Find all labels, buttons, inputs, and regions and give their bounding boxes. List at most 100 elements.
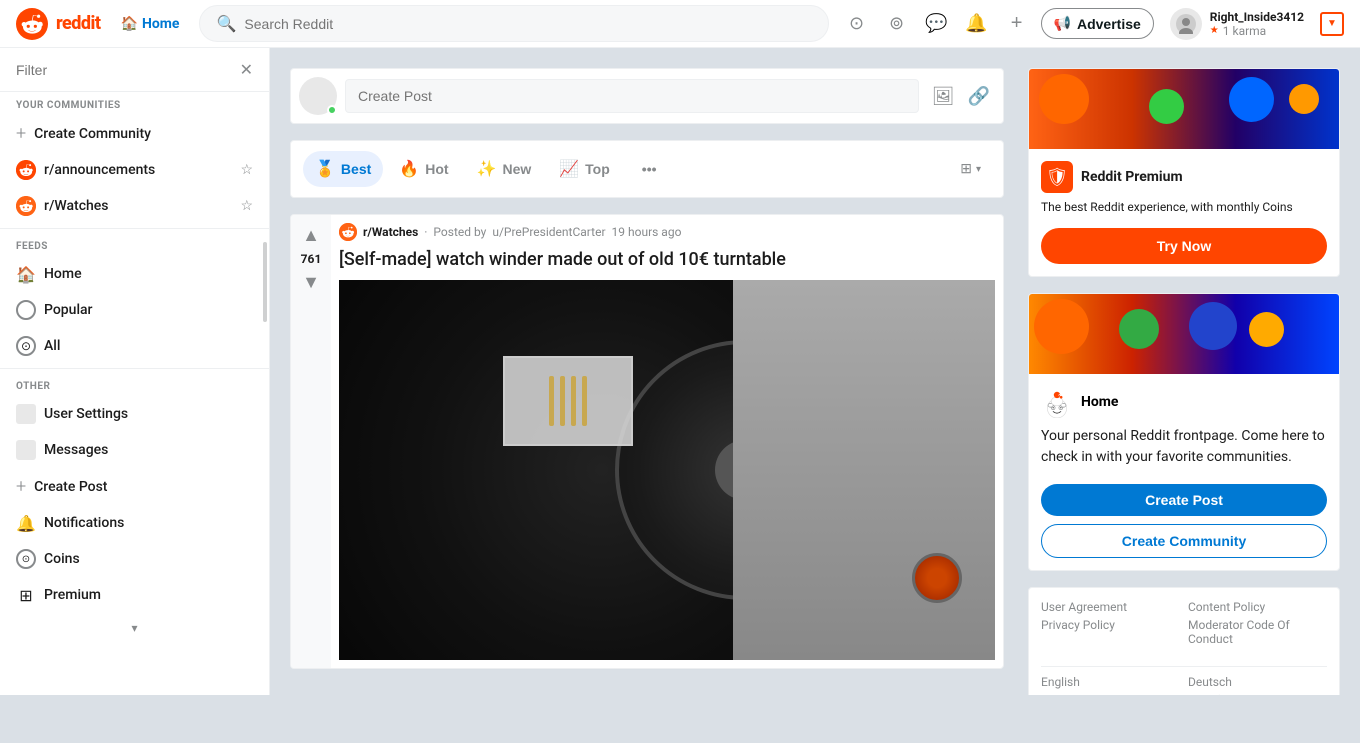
- feed-area: 🖼 🔗 🏅 Best 🔥 Hot ✨: [290, 68, 1004, 675]
- create-post-bar: 🖼 🔗: [290, 68, 1004, 124]
- home-icon: 🏠: [16, 264, 36, 284]
- home-banner: [1029, 294, 1339, 374]
- popular-icon-button[interactable]: ⊙: [841, 8, 873, 40]
- user-settings-label: User Settings: [44, 406, 253, 422]
- sort-more-button[interactable]: •••: [630, 153, 669, 185]
- home-create-post-button[interactable]: Create Post: [1041, 484, 1327, 516]
- sidebar-item-announcements[interactable]: r/announcements ☆: [0, 152, 269, 188]
- chevron-down-icon: ▾: [131, 621, 137, 635]
- best-icon: 🏅: [315, 159, 335, 179]
- all-feed-label: All: [44, 338, 253, 354]
- right-sidebar: 🛡 Reddit Premium The best Reddit experie…: [1028, 68, 1340, 675]
- sidebar-item-user-settings[interactable]: User Settings: [0, 396, 269, 432]
- main-content: 🖼 🔗 🏅 Best 🔥 Hot ✨: [270, 48, 1360, 695]
- sidebar-filter-area: ✕: [0, 48, 269, 92]
- post-author[interactable]: u/PrePresidentCarter: [492, 225, 605, 239]
- watches-label: r/Watches: [44, 198, 232, 214]
- planet-3: [1229, 77, 1274, 122]
- premium-widget: 🛡 Reddit Premium The best Reddit experie…: [1028, 68, 1340, 277]
- footer-languages: English Deutsch Français Español Italian…: [1029, 675, 1339, 695]
- sidebar-item-premium[interactable]: ⊞ Premium: [0, 577, 269, 613]
- post-card: ▲ 761 ▼ r/Watches · Poste: [290, 214, 1004, 669]
- snoo-icon: [1041, 386, 1073, 418]
- layout-icon: ⊞: [960, 161, 972, 177]
- create-community-label: Create Community: [34, 126, 253, 142]
- user-section[interactable]: Right_Inside3412 ★ 1 karma: [1162, 4, 1312, 44]
- upload-link-button[interactable]: 🔗: [963, 80, 995, 112]
- add-icon-button[interactable]: +: [1001, 8, 1033, 40]
- search-bar[interactable]: 🔍: [199, 5, 828, 42]
- sort-new-label: New: [502, 161, 531, 177]
- sidebar-item-messages[interactable]: Messages: [0, 432, 269, 468]
- content-policy-link[interactable]: Content Policy: [1188, 600, 1327, 614]
- user-info: Right_Inside3412 ★ 1 karma: [1210, 10, 1304, 38]
- create-community-sidebar-item[interactable]: + Create Community: [0, 115, 269, 152]
- lang-deutsch[interactable]: Deutsch: [1188, 675, 1327, 689]
- planet-4: [1289, 84, 1319, 114]
- try-now-button[interactable]: Try Now: [1041, 228, 1327, 264]
- premium-sidebar-icon: ⊞: [16, 585, 36, 605]
- sidebar-item-home[interactable]: 🏠 Home: [0, 256, 269, 292]
- scroll-down-arrow[interactable]: ▾: [0, 613, 269, 643]
- popular-feed-label: Popular: [44, 302, 253, 318]
- plus-icon: +: [1011, 12, 1023, 35]
- sort-hot-button[interactable]: 🔥 Hot: [387, 151, 460, 187]
- divider-2: [0, 368, 269, 369]
- sort-hot-label: Hot: [425, 161, 448, 177]
- footer-links: User Agreement Content Policy Privacy Po…: [1029, 588, 1339, 658]
- plus-icon: +: [16, 123, 26, 144]
- notifications-label: Notifications: [44, 515, 253, 531]
- bell-icon: 🔔: [965, 13, 987, 34]
- sort-new-button[interactable]: ✨ New: [465, 151, 544, 187]
- reddit-logo[interactable]: reddit: [16, 8, 101, 40]
- link-icon: 🔗: [968, 86, 990, 107]
- chat-icon-button[interactable]: 💬: [921, 8, 953, 40]
- post-subreddit[interactable]: r/Watches: [363, 225, 418, 239]
- watches-star-icon[interactable]: ☆: [240, 198, 253, 214]
- chevron-down-icon: ▼: [1327, 18, 1337, 29]
- filter-input[interactable]: [16, 62, 240, 78]
- karma-display: ★ 1 karma: [1210, 24, 1304, 38]
- notifications-sidebar-icon: 🔔: [16, 513, 36, 533]
- home-create-community-button[interactable]: Create Community: [1041, 524, 1327, 558]
- sidebar-item-create-post[interactable]: + Create Post: [0, 468, 269, 505]
- lang-english[interactable]: English: [1041, 675, 1180, 689]
- sort-best-button[interactable]: 🏅 Best: [303, 151, 383, 187]
- user-dropdown-button[interactable]: ▼: [1320, 12, 1344, 36]
- user-settings-icon: [16, 404, 36, 424]
- sidebar-item-coins[interactable]: ⊙ Coins: [0, 541, 269, 577]
- new-icon: ✨: [477, 159, 497, 179]
- upload-image-button[interactable]: 🖼: [927, 80, 959, 112]
- layout-toggle-button[interactable]: ⊞ ▾: [950, 155, 991, 183]
- upvote-button[interactable]: ▲: [300, 223, 322, 248]
- notifications-icon-button[interactable]: 🔔: [961, 8, 993, 40]
- sidebar-item-notifications[interactable]: 🔔 Notifications: [0, 505, 269, 541]
- home-nav-button[interactable]: 🏠 Home: [113, 12, 188, 36]
- home-label: Home: [142, 16, 179, 32]
- home-feed-label: Home: [44, 266, 253, 282]
- search-input[interactable]: [244, 16, 811, 32]
- advertise-button[interactable]: 📢 Advertise: [1041, 8, 1154, 39]
- sort-top-button[interactable]: 📈 Top: [547, 151, 622, 187]
- moderator-code-link[interactable]: Moderator Code Of Conduct: [1188, 618, 1327, 646]
- announcements-star-icon[interactable]: ☆: [240, 162, 253, 178]
- footer-divider: [1041, 666, 1327, 667]
- post-dot-separator: ·: [424, 225, 427, 239]
- create-post-input[interactable]: [345, 79, 919, 113]
- premium-description: The best Reddit experience, with monthly…: [1041, 199, 1327, 216]
- image-icon: 🖼: [932, 86, 955, 107]
- post-title[interactable]: [Self-made] watch winder made out of old…: [339, 247, 995, 272]
- announcements-icon: [16, 160, 36, 180]
- user-agreement-link[interactable]: User Agreement: [1041, 600, 1180, 614]
- sidebar-item-all[interactable]: ⊙ All: [0, 328, 269, 364]
- privacy-policy-link[interactable]: Privacy Policy: [1041, 618, 1180, 646]
- close-sidebar-button[interactable]: ✕: [240, 60, 253, 79]
- sidebar-item-watches[interactable]: r/Watches ☆: [0, 188, 269, 224]
- premium-shield-icon: 🛡: [1041, 161, 1073, 193]
- home-widget-body: Home Your personal Reddit frontpage. Com…: [1029, 374, 1339, 570]
- post-image[interactable]: [339, 280, 995, 660]
- karma-value: 1 karma: [1223, 24, 1266, 38]
- sidebar-item-popular[interactable]: Popular: [0, 292, 269, 328]
- downvote-button[interactable]: ▼: [300, 270, 322, 295]
- coins-icon-button[interactable]: ⊚: [881, 8, 913, 40]
